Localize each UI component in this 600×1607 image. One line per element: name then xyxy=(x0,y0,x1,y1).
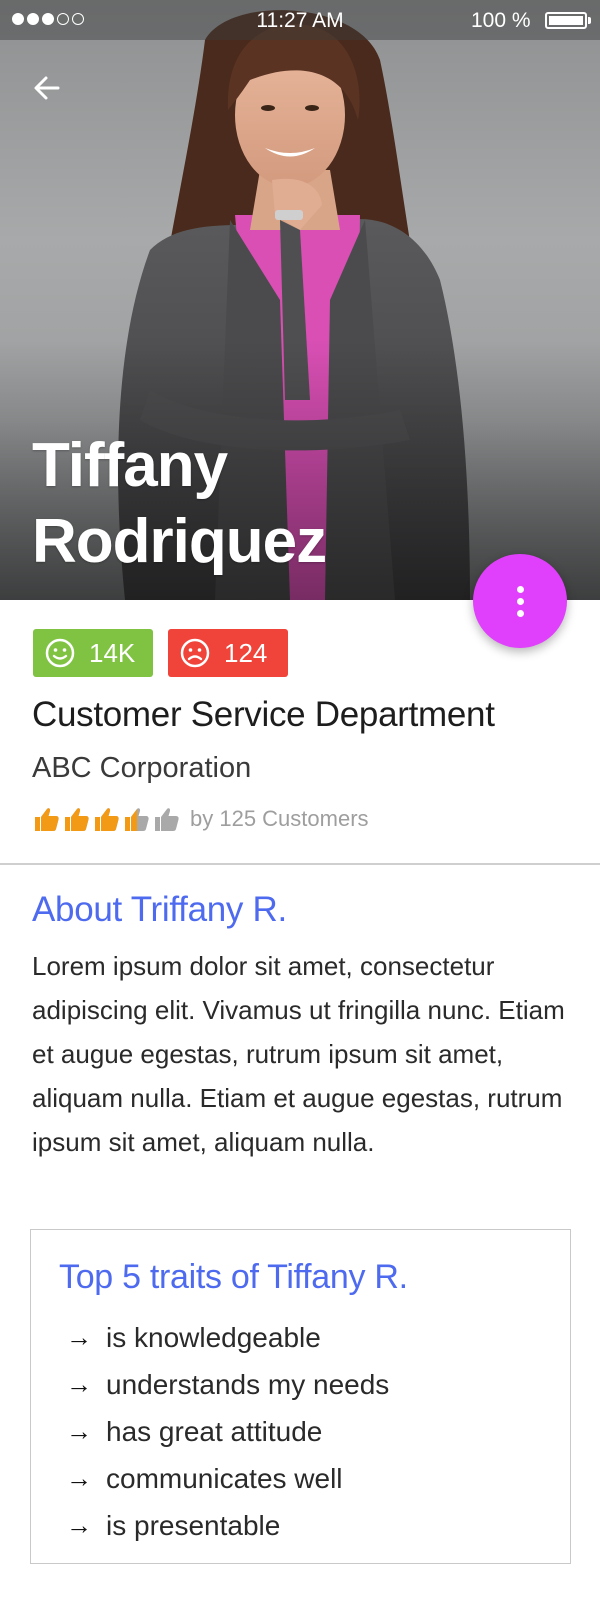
smiley-sad-icon xyxy=(180,638,210,668)
thumbs-up-icon xyxy=(35,808,59,831)
last-name: Rodriquez xyxy=(32,507,327,576)
status-bar: 11:27 AM 100 % xyxy=(0,0,600,40)
list-item: → is presentable xyxy=(66,1509,281,1541)
thumbs-up-icon xyxy=(65,808,89,831)
positive-feedback-badge[interactable]: 14K xyxy=(33,629,153,677)
first-name: Tiffany xyxy=(32,431,228,500)
profile-header: 11:27 AM 100 % Tiffany Rodriquez xyxy=(0,0,600,600)
traits-card: Top 5 traits of Tiffany R. → is knowledge… xyxy=(30,1229,571,1564)
list-item: → understands my needs xyxy=(66,1368,390,1400)
more-vertical-icon xyxy=(516,585,524,593)
arrow-right-icon: → xyxy=(66,1322,92,1352)
thumbs-up-icon xyxy=(95,808,119,831)
battery-icon xyxy=(545,12,591,29)
company-name: ABC Corporation xyxy=(32,752,252,784)
traits-heading: Top 5 traits of Tiffany R. xyxy=(59,1258,408,1296)
more-options-button[interactable] xyxy=(473,554,567,648)
arrow-left-icon xyxy=(34,76,60,100)
rating-row: by 125 Customers xyxy=(32,805,369,833)
traits-list: → is knowledgeable → understands my needs … xyxy=(66,1314,389,1549)
positive-count: 14K xyxy=(89,637,136,668)
thumbs-up-icon xyxy=(125,808,149,831)
negative-count: 124 xyxy=(224,637,268,668)
smiley-happy-icon xyxy=(45,638,75,668)
about-heading: About Triffany R. xyxy=(32,890,287,929)
list-item: → is knowledgeable xyxy=(66,1321,321,1353)
feedback-badges: 14K 124 xyxy=(33,629,288,677)
battery-percentage: 100 % xyxy=(471,9,531,32)
thumbs-rating xyxy=(32,805,182,833)
arrow-right-icon: → xyxy=(66,1463,92,1493)
arrow-right-icon: → xyxy=(66,1416,92,1446)
list-item: → communicates well xyxy=(66,1462,343,1494)
about-text: Lorem ipsum dolor sit amet, consectetur … xyxy=(32,951,565,1157)
arrow-right-icon: → xyxy=(66,1369,92,1399)
back-button[interactable] xyxy=(28,68,68,108)
profile-name: Tiffany Rodriquez xyxy=(32,428,327,580)
list-item: → has great attitude xyxy=(66,1415,323,1447)
negative-feedback-badge[interactable]: 124 xyxy=(168,629,288,677)
arrow-right-icon: → xyxy=(66,1510,92,1540)
rating-count: by 125 Customers xyxy=(190,806,369,831)
section-divider xyxy=(0,863,600,865)
department-title: Customer Service Department xyxy=(32,695,495,734)
thumbs-up-icon xyxy=(155,808,179,831)
